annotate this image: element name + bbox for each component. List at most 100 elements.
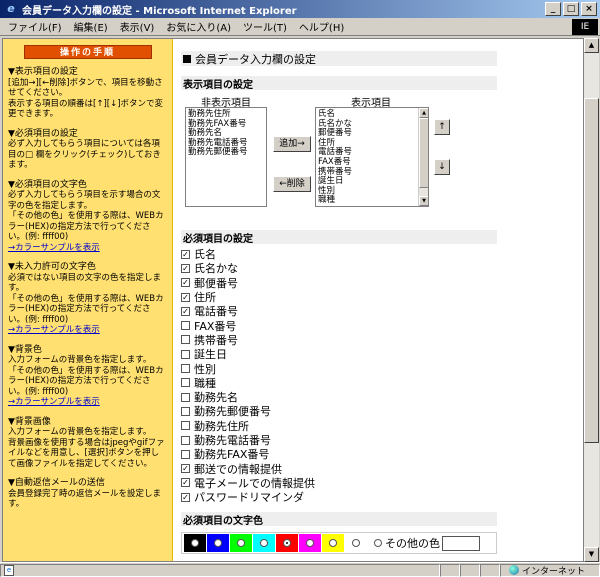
maximize-button[interactable]: □ [563,2,579,16]
menu-help[interactable]: ヘルプ(H) [293,19,350,34]
instructions-sidebar: 操作の手順 ▼表示項目の設定 [追加→][←削除]ボタンで、項目を移動させてくださ… [3,39,173,561]
page-scroll-thumb[interactable] [584,98,599,443]
menu-file[interactable]: ファイル(F) [2,19,68,34]
checkbox[interactable] [181,378,190,388]
color-swatch[interactable] [184,534,206,553]
color-swatch[interactable] [276,534,298,553]
instruction-text: 必須ではない項目の文字の色を指定します。 [8,272,162,294]
checkbox[interactable] [181,406,190,416]
display-items-panel: 非表示項目 表示項目 勤務先住所 勤務先FAX番号 勤務先名 勤務先電話番号 勤務先郵便… [181,94,497,224]
checkbox[interactable]: ✓ [181,278,190,288]
instruction-section: ▼必須項目の設定 必ず入力してもらう項目については各項目の□ 欄をクリック(チェッ… [8,129,167,171]
color-radio[interactable] [214,539,222,548]
color-radio[interactable] [329,539,337,548]
shown-items-listbox[interactable]: ▲ ▼ 氏名 氏名かな 郵便番号 住所 電話番号 FAX番号 携帯番号 誕生日 性別 職種 [315,107,429,207]
instruction-title: ▼必須項目の設定 [8,128,78,139]
required-checkbox-row[interactable]: 勤務先名 [181,390,497,404]
move-up-button[interactable]: ↑ [434,119,450,135]
checkbox[interactable]: ✓ [181,263,190,273]
required-checkbox-row[interactable]: ✓ 電子メールでの情報提供 [181,476,497,490]
checkbox[interactable]: ✓ [181,306,190,316]
listbox-scrollbar[interactable]: ▲ ▼ [418,108,428,206]
color-sample-link[interactable]: →カラーサンプルを表示 [8,243,100,253]
shown-item-option[interactable]: 職種 [318,196,416,206]
required-checkbox-row[interactable]: 勤務先FAX番号 [181,447,497,461]
instruction-text: 入力フォームの背景色を指定します。 [8,355,152,365]
window-title: 会員データ入力欄の設定 - Microsoft Internet Explore… [22,5,297,17]
required-checkbox-row[interactable]: FAX番号 [181,318,497,333]
checkbox[interactable] [181,421,190,431]
instruction-title: ▼背景色 [8,344,42,355]
add-button[interactable]: 追加→ [273,136,311,152]
color-radio[interactable] [352,539,360,548]
checkbox[interactable] [181,449,190,459]
color-sample-link[interactable]: →カラーサンプルを表示 [8,397,100,407]
checkbox[interactable] [181,349,190,359]
scroll-up-arrow-icon[interactable]: ▲ [419,108,428,118]
close-button[interactable]: × [581,2,597,16]
status-bar: e インターネット [0,562,600,577]
required-checkbox-row[interactable]: 勤務先郵便番号 [181,404,497,418]
menu-tools[interactable]: ツール(T) [237,19,293,34]
required-checkbox-row[interactable]: 携帯番号 [181,333,497,347]
required-checkbox-row[interactable]: 性別 [181,361,497,376]
checkbox[interactable] [181,364,190,374]
color-swatch[interactable] [322,534,344,553]
color-radio[interactable] [306,539,314,548]
color-swatch[interactable] [230,534,252,553]
scroll-down-arrow-icon[interactable]: ▼ [419,196,428,206]
page-scroll-down-icon[interactable]: ▼ [584,547,599,562]
checkbox[interactable]: ✓ [181,478,190,488]
security-zone: インターネット [500,563,600,577]
square-bullet-icon [183,54,191,63]
required-checkbox-row[interactable]: ✓ 郵便番号 [181,276,497,290]
hidden-items-listbox[interactable]: 勤務先住所 勤務先FAX番号 勤務先名 勤務先電話番号 勤務先郵便番号 [185,107,267,207]
color-radio[interactable] [191,539,199,548]
page-scroll-up-icon[interactable]: ▲ [584,38,599,53]
instruction-title: ▼必須項目の文字色 [8,179,87,190]
checkbox[interactable]: ✓ [181,492,190,502]
instruction-section: ▼表示項目の設定 [追加→][←削除]ボタンで、項目を移動させてください。 表示する… [8,67,167,120]
checkbox[interactable]: ✓ [181,292,190,302]
page-scrollbar[interactable]: ▲ ▼ [584,38,599,562]
required-checkbox-row[interactable]: 職種 [181,376,497,390]
move-down-button[interactable]: ↓ [434,159,450,175]
scroll-thumb[interactable] [419,118,428,188]
menu-edit[interactable]: 編集(E) [68,19,114,34]
required-checkbox-row[interactable]: ✓ 氏名 [181,247,497,261]
color-sample-link[interactable]: →カラーサンプルを表示 [8,325,100,335]
checkbox[interactable] [181,435,190,445]
checkbox[interactable]: ✓ [181,464,190,474]
required-checkbox-row[interactable]: ✓ 住所 [181,290,497,304]
required-checkbox-row[interactable]: 誕生日 [181,347,497,361]
other-color-radio[interactable] [374,539,382,548]
menu-favorites[interactable]: お気に入り(A) [160,19,237,34]
required-checkbox-row[interactable]: ✓ 電話番号 [181,304,497,318]
color-swatch[interactable] [299,534,321,553]
hidden-item-option[interactable]: 勤務先郵便番号 [188,148,264,158]
checkbox[interactable] [181,335,190,345]
required-checkbox-row[interactable]: ✓ 郵送での情報提供 [181,461,497,476]
checkbox[interactable] [181,321,190,331]
other-color-input[interactable] [442,535,480,551]
other-color-option[interactable]: その他の色 [374,535,480,551]
checkbox[interactable]: ✓ [181,249,190,259]
color-swatch[interactable] [253,534,275,553]
menu-view[interactable]: 表示(V) [114,19,161,34]
other-color-label: その他の色 [385,537,440,551]
required-checkbox-row[interactable]: ✓ 氏名かな [181,261,497,275]
color-swatch[interactable] [345,534,367,553]
color-section-header: 必須項目の文字色 [181,512,497,527]
checkbox[interactable] [181,392,190,402]
required-checkbox-row[interactable]: 勤務先住所 [181,419,497,433]
required-checkbox-row[interactable]: 勤務先電話番号 [181,433,497,447]
color-radio[interactable] [237,539,245,548]
remove-button[interactable]: ←削除 [273,176,311,192]
color-radio[interactable] [283,539,291,548]
required-checkbox-row[interactable]: ✓ パスワードリマインダ [181,490,497,504]
instruction-section: ▼自動返信メールの送信 会員登録完了時の返信メールを設定します。 [8,478,167,510]
minimize-button[interactable]: _ [545,2,561,16]
color-swatch[interactable] [207,534,229,553]
color-radio[interactable] [260,539,268,548]
globe-icon [509,565,519,575]
